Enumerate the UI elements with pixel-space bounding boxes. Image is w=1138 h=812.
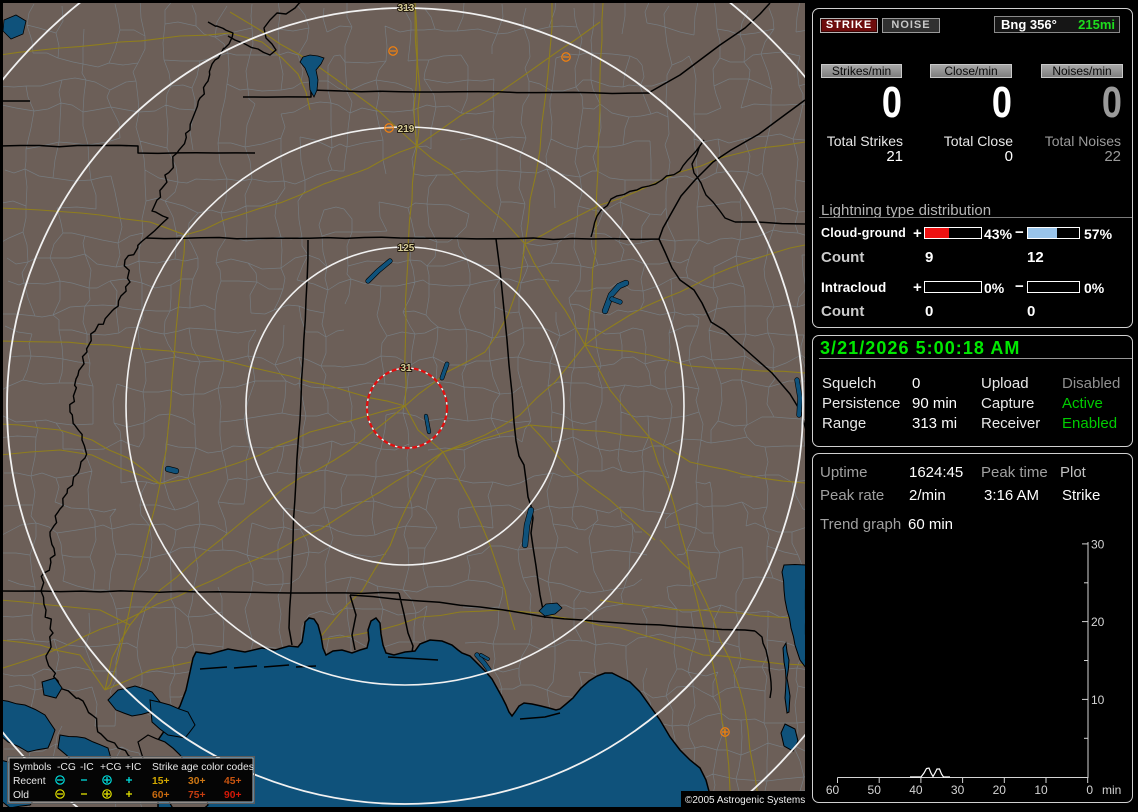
svg-text:30: 30 <box>1091 537 1105 551</box>
svg-text:10: 10 <box>1034 783 1048 797</box>
svg-text:50: 50 <box>868 783 882 797</box>
svg-text:0: 0 <box>1086 783 1093 797</box>
svg-text:20: 20 <box>993 783 1007 797</box>
svg-text:60: 60 <box>826 783 840 797</box>
svg-text:30: 30 <box>951 783 965 797</box>
svg-text:40: 40 <box>909 783 923 797</box>
svg-text:min: min <box>1102 783 1121 797</box>
svg-text:20: 20 <box>1091 615 1105 629</box>
svg-text:10: 10 <box>1091 693 1105 707</box>
